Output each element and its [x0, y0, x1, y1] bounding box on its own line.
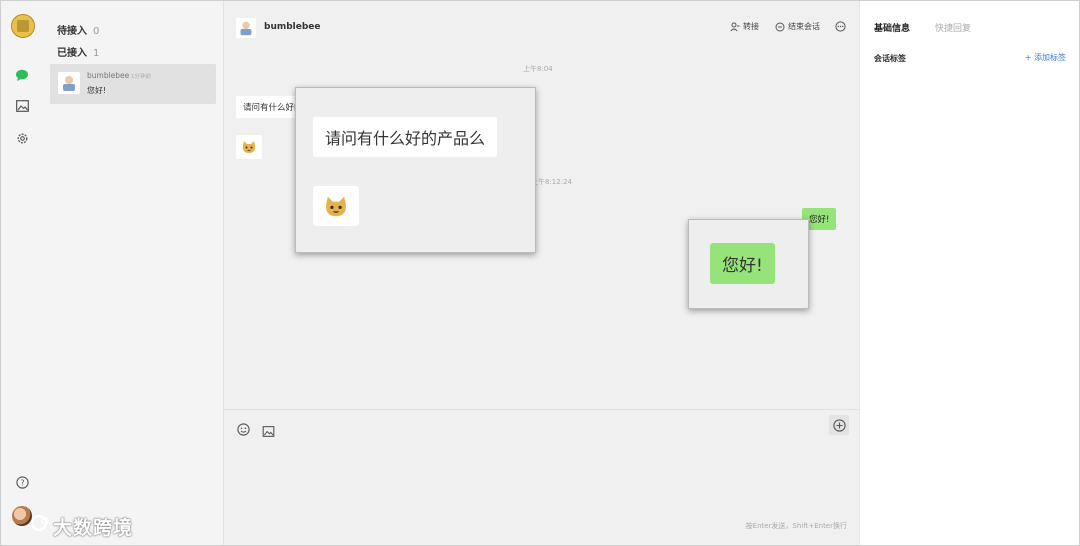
more-icon: [835, 21, 846, 32]
chat-contact-avatar: [236, 18, 256, 38]
zoom-callout-question: 请问有什么好的产品么: [295, 87, 536, 253]
svg-text:?: ?: [20, 478, 24, 487]
image-icon[interactable]: [14, 98, 30, 114]
zoomed-sticker: [313, 186, 359, 226]
send-hint: 按Enter发送，Shift+Enter换行: [745, 522, 847, 530]
accepted-group[interactable]: 已接入 1: [57, 44, 99, 59]
conversation-item[interactable]: bumblebee 1分钟前 您好!: [50, 64, 216, 104]
chat-contact-name: bumblebee: [264, 22, 321, 32]
zoomed-incoming-message: 请问有什么好的产品么: [313, 117, 498, 157]
contact-avatar: [58, 72, 80, 94]
info-panel: 基础信息 快捷回复 会话标签 + 添加标签: [859, 1, 1079, 545]
send-image-icon[interactable]: [262, 422, 275, 441]
brand-logo: [11, 14, 35, 38]
agent-avatar[interactable]: [12, 506, 32, 526]
session-tags-label: 会话标签: [874, 54, 906, 63]
gear-icon[interactable]: [14, 130, 30, 146]
message-time: 上午8:12:24: [531, 178, 572, 186]
tab-basic-info[interactable]: 基础信息: [874, 21, 910, 34]
transfer-label: 转接: [743, 22, 759, 31]
message-composer[interactable]: 按Enter发送，Shift+Enter换行: [224, 409, 859, 545]
message-time: 上午8:04: [523, 65, 553, 73]
conversation-last-message: 您好!: [87, 86, 107, 95]
add-button[interactable]: [829, 415, 849, 435]
accepted-count: 1: [93, 48, 100, 59]
cat-sticker-icon: [326, 196, 346, 216]
accepted-label: 已接入: [57, 48, 87, 59]
zoom-callout-reply: 您好!: [688, 219, 809, 309]
help-icon[interactable]: ?: [14, 474, 30, 490]
transfer-button[interactable]: 转接: [730, 21, 759, 32]
waiting-count: 0: [93, 26, 100, 37]
waiting-label: 待接入: [57, 26, 87, 37]
chat-icon[interactable]: [14, 67, 30, 83]
cat-sticker-icon: [242, 141, 256, 153]
incoming-sticker: [236, 135, 262, 159]
plus-circle-icon: [832, 418, 846, 432]
app-window: ? 待接入 0 已接入 1 bumblebee 1分钟前 您好! bumblebee: [0, 0, 1080, 546]
emoji-icon[interactable]: [237, 421, 250, 440]
chat-header: bumblebee 转接 结束会话: [224, 1, 859, 51]
conversation-time: 1分钟前: [131, 74, 151, 80]
transfer-icon: [730, 22, 740, 31]
end-chat-icon: [775, 22, 785, 31]
icon-rail: ?: [1, 1, 43, 545]
end-session-button[interactable]: 结束会话: [775, 21, 820, 32]
watermark-logo: [30, 513, 51, 537]
add-tag-button[interactable]: + 添加标签: [1025, 52, 1066, 63]
conversation-name: bumblebee: [87, 71, 130, 80]
more-button[interactable]: [835, 21, 846, 32]
waiting-group[interactable]: 待接入 0: [57, 22, 99, 37]
tab-quick-reply[interactable]: 快捷回复: [935, 21, 971, 34]
zoomed-outgoing-message: 您好!: [710, 243, 775, 284]
watermark-text: 大数跨境: [53, 517, 134, 539]
conversation-list: 待接入 0 已接入 1 bumblebee 1分钟前 您好!: [43, 1, 224, 545]
end-session-label: 结束会话: [788, 22, 820, 31]
